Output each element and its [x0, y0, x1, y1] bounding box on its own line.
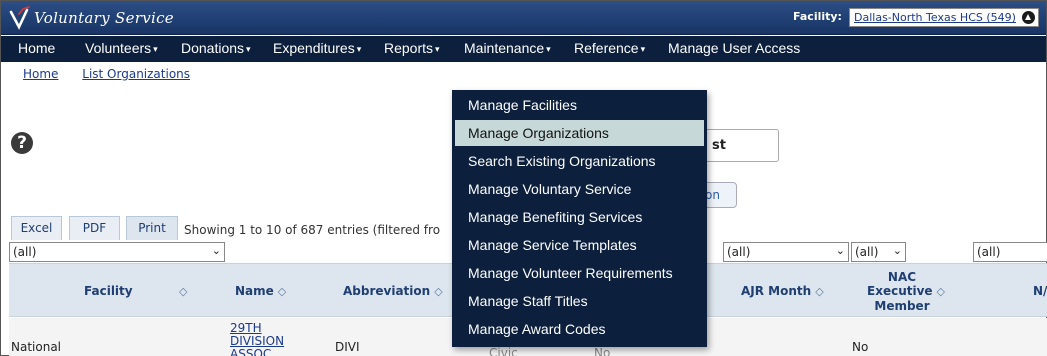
nav-donations[interactable]: Donations ▾ — [181, 40, 251, 56]
entries-info: Showing 1 to 10 of 687 entries (filtered… — [184, 223, 441, 237]
cell-nac-exec: No — [852, 340, 869, 354]
menu-item-search-existing-organizations[interactable]: Search Existing Organizations — [455, 148, 704, 174]
facility-dropdown-icon[interactable] — [1022, 11, 1035, 24]
nav-home[interactable]: Home — [18, 40, 55, 56]
cell-facility: National — [11, 340, 62, 354]
menu-item-manage-facilities[interactable]: Manage Facilities — [455, 92, 704, 118]
menu-item-manage-staff-titles[interactable]: Manage Staff Titles — [455, 288, 704, 314]
sort-icon: ◇ — [936, 285, 946, 298]
nav-expenditures[interactable]: Expenditures ▾ — [273, 40, 361, 56]
chevron-down-icon: ⌄ — [211, 244, 221, 257]
column-header-last[interactable]: N/ — [1033, 284, 1047, 298]
menu-item-manage-service-templates[interactable]: Manage Service Templates — [455, 232, 704, 258]
organization-name-link[interactable]: 29TH DIVISION ASSOC — [230, 321, 284, 356]
menu-item-manage-benefiting-services[interactable]: Manage Benefiting Services — [455, 204, 704, 230]
nav-reference[interactable]: Reference ▾ — [574, 40, 645, 56]
breadcrumb: Home List Organizations — [10, 67, 198, 81]
app-title: Voluntary Service — [34, 9, 174, 27]
pdf-button[interactable]: PDF — [69, 216, 120, 240]
menu-item-manage-organizations[interactable]: Manage Organizations — [455, 120, 704, 146]
menu-item-manage-voluntary-service[interactable]: Manage Voluntary Service — [455, 176, 704, 202]
breadcrumb-arrow-icon — [10, 68, 18, 80]
column-header-abbreviation[interactable]: Abbreviation ◇ — [343, 284, 443, 299]
print-button[interactable]: Print — [126, 216, 178, 240]
nac-exec-filter[interactable]: (all) ⌄ — [851, 242, 906, 262]
column-header-nac-executive-member[interactable]: NAC Executive ◇ Member — [867, 270, 945, 313]
sort-icon: ◇ — [277, 285, 287, 298]
menu-item-manage-volunteer-requirements[interactable]: Manage Volunteer Requirements — [455, 260, 704, 286]
help-icon[interactable]: ? — [11, 132, 33, 154]
cell-abbreviation: DIVI — [335, 340, 360, 354]
menu-item-manage-award-codes[interactable]: Manage Award Codes — [455, 316, 704, 342]
nav-volunteers[interactable]: Volunteers ▾ — [85, 40, 158, 56]
cell-flag: No — [594, 346, 611, 356]
chevron-down-icon: ▾ — [153, 44, 158, 54]
sort-icon[interactable]: ◇ — [175, 284, 187, 299]
column-header-name[interactable]: Name ◇ — [235, 284, 286, 299]
chevron-down-icon: ▾ — [640, 44, 646, 54]
cell-type: Civic — [489, 346, 518, 356]
facility-filter[interactable]: (all) ⌄ — [9, 242, 225, 262]
facility-selector[interactable]: Dallas-North Texas HCS (549) — [849, 8, 1039, 27]
chevron-down-icon: ▾ — [546, 44, 551, 54]
breadcrumb-current-link[interactable]: List Organizations — [82, 67, 190, 81]
chevron-down-icon: ▾ — [435, 44, 440, 54]
facility-value: Dallas-North Texas HCS (549) — [854, 11, 1016, 24]
sort-icon: ◇ — [815, 285, 824, 298]
excel-button[interactable]: Excel — [11, 216, 62, 240]
main-nav: Home Volunteers ▾ Donations ▾ Expenditures… — [1, 36, 1046, 62]
partial-button[interactable]: st — [701, 129, 779, 162]
chevron-down-icon: ▾ — [356, 44, 362, 54]
facility-label: Facility: — [793, 10, 842, 23]
nav-manage-user-access[interactable]: Manage User Access — [668, 40, 800, 56]
sort-icon: ◇ — [434, 285, 443, 298]
breadcrumb-home-link[interactable]: Home — [23, 67, 58, 81]
nav-maintenance[interactable]: Maintenance ▾ — [464, 40, 551, 56]
cell-name[interactable]: 29TH DIVISION ASSOC — [230, 322, 284, 356]
chevron-down-icon: ⌄ — [892, 244, 902, 257]
last-column-filter[interactable]: (all) — [973, 242, 1047, 262]
maintenance-dropdown-menu: Manage Facilities Manage Organizations S… — [452, 90, 707, 347]
column-header-facility[interactable]: Facility — [84, 284, 133, 298]
app-header: Voluntary Service Facility: Dallas-North… — [1, 1, 1046, 35]
nav-reports[interactable]: Reports ▾ — [384, 40, 440, 56]
column-header-ajr-month[interactable]: AJR Month ◇ — [741, 284, 824, 299]
breadcrumb-arrow-icon — [69, 68, 78, 80]
logo-icon — [9, 6, 30, 30]
chevron-down-icon: ⌄ — [835, 244, 845, 257]
ajr-month-filter[interactable]: (all) ⌄ — [723, 242, 849, 262]
chevron-down-icon: ▾ — [246, 44, 251, 54]
